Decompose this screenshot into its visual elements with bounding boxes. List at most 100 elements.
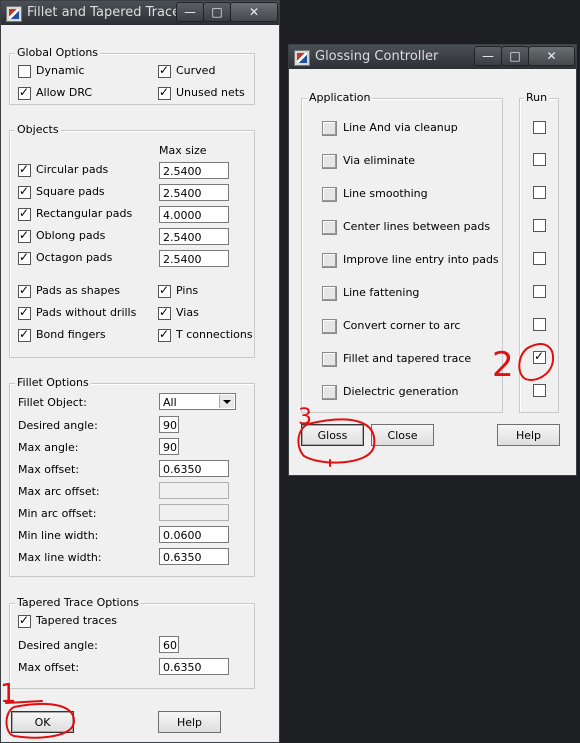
close-icon: ✕ — [248, 5, 260, 19]
tapered-traces-checkbox[interactable] — [18, 613, 31, 628]
bond-fingers-label: Bond fingers — [36, 328, 106, 341]
tapered-max-offset-field[interactable]: 0.6350 — [159, 658, 229, 675]
square-pads-checkbox[interactable] — [18, 184, 31, 199]
item-button[interactable] — [322, 187, 337, 202]
run-label: Run — [524, 91, 550, 104]
curved-checkbox[interactable] — [158, 63, 171, 78]
max-line-width-field[interactable]: 0.6350 — [159, 548, 229, 565]
min-arc-offset-field — [159, 504, 229, 521]
chevron-down-icon[interactable] — [219, 395, 234, 408]
close-button[interactable]: ✕ — [230, 2, 278, 22]
item-button[interactable] — [322, 385, 337, 400]
vias-label: Vias — [176, 306, 199, 319]
pins-label: Pins — [176, 284, 199, 297]
pins-checkbox[interactable] — [158, 283, 171, 298]
unused-nets-label: Unused nets — [176, 86, 245, 99]
item-button[interactable] — [322, 286, 337, 301]
pads-as-shapes-checkbox[interactable] — [18, 283, 31, 298]
square-pads-label: Square pads — [36, 185, 105, 198]
min-arc-offset-label: Min arc offset: — [18, 507, 97, 520]
maximize-button[interactable]: □ — [501, 46, 529, 66]
run-checkbox[interactable] — [533, 252, 546, 265]
square-pads-max-size[interactable]: 2.5400 — [159, 184, 229, 201]
glossing-titlebar[interactable]: Glossing Controller — □ ✕ — [289, 45, 576, 69]
fillet-help-button[interactable]: Help — [158, 711, 221, 733]
unused-nets-checkbox[interactable] — [158, 85, 171, 100]
application-label: Application — [307, 91, 373, 104]
list-item: Convert corner to arc — [343, 319, 461, 332]
circular-pads-max-size[interactable]: 2.5400 — [159, 162, 229, 179]
rectangular-pads-max-size[interactable]: 4.0000 — [159, 206, 229, 223]
run-checkbox[interactable] — [533, 318, 546, 331]
list-item: Improve line entry into pads — [343, 253, 499, 266]
octagon-pads-checkbox[interactable] — [18, 250, 31, 265]
list-item: Line smoothing — [343, 187, 428, 200]
max-arc-offset-label: Max arc offset: — [18, 485, 100, 498]
objects-label: Objects — [15, 123, 61, 136]
fillet-window-title: Fillet and Tapered Trace — [27, 5, 181, 20]
fillet-window: Fillet and Tapered Trace — □ ✕ Global Op… — [0, 0, 280, 743]
gloss-button[interactable]: Gloss — [301, 424, 364, 446]
minimize-button[interactable]: — — [474, 46, 502, 66]
max-offset-field[interactable]: 0.6350 — [159, 460, 229, 477]
maximize-button[interactable]: □ — [203, 2, 231, 22]
oblong-pads-label: Oblong pads — [36, 229, 106, 242]
run-checkbox[interactable] — [533, 153, 546, 166]
maximize-icon: □ — [509, 49, 521, 63]
run-checkbox[interactable] — [533, 219, 546, 232]
fillet-object-dropdown[interactable]: All — [159, 393, 236, 410]
list-item: Line And via cleanup — [343, 121, 458, 134]
minimize-icon: — — [482, 49, 494, 63]
tapered-desired-angle-field[interactable]: 60 — [159, 636, 179, 653]
max-angle-field[interactable]: 90 — [159, 438, 179, 455]
run-checkbox[interactable] — [533, 384, 546, 397]
oblong-pads-max-size[interactable]: 2.5400 — [159, 228, 229, 245]
run-checkbox[interactable] — [533, 285, 546, 298]
item-button[interactable] — [322, 121, 337, 136]
desired-angle-label: Desired angle: — [18, 419, 98, 432]
glossing-help-button[interactable]: Help — [497, 424, 560, 446]
octagon-pads-max-size[interactable]: 2.5400 — [159, 250, 229, 267]
fillet-object-label: Fillet Object: — [18, 396, 87, 409]
item-button[interactable] — [322, 154, 337, 169]
vias-checkbox[interactable] — [158, 305, 171, 320]
close-button[interactable]: ✕ — [528, 46, 575, 66]
pads-without-drills-checkbox[interactable] — [18, 305, 31, 320]
tapered-options-label: Tapered Trace Options — [15, 596, 142, 609]
close-icon: ✕ — [546, 49, 557, 63]
run-checkbox[interactable] — [533, 349, 546, 364]
t-connections-checkbox[interactable] — [158, 327, 171, 342]
item-button[interactable] — [322, 220, 337, 235]
ok-button[interactable]: OK — [11, 711, 74, 733]
glossing-close-button[interactable]: Close — [371, 424, 434, 446]
maximize-icon: □ — [211, 5, 223, 19]
min-line-width-label: Min line width: — [18, 529, 99, 542]
app-icon — [294, 50, 310, 66]
pads-as-shapes-label: Pads as shapes — [36, 284, 120, 297]
rectangular-pads-checkbox[interactable] — [18, 206, 31, 221]
list-item: Center lines between pads — [343, 220, 491, 233]
dynamic-checkbox[interactable] — [18, 65, 31, 78]
max-offset-label: Max offset: — [18, 463, 80, 476]
glossing-window-title: Glossing Controller — [315, 49, 439, 64]
fillet-titlebar[interactable]: Fillet and Tapered Trace — □ ✕ — [1, 1, 279, 25]
run-checkbox[interactable] — [533, 186, 546, 199]
item-button[interactable] — [322, 319, 337, 334]
tapered-max-offset-label: Max offset: — [18, 661, 80, 674]
desired-angle-field[interactable]: 90 — [159, 416, 179, 433]
app-icon — [6, 6, 22, 22]
item-button[interactable] — [322, 253, 337, 268]
oblong-pads-checkbox[interactable] — [18, 228, 31, 243]
dynamic-label: Dynamic — [36, 64, 85, 77]
minimize-button[interactable]: — — [176, 2, 204, 22]
circular-pads-label: Circular pads — [36, 163, 109, 176]
bond-fingers-checkbox[interactable] — [18, 327, 31, 342]
max-angle-label: Max angle: — [18, 441, 79, 454]
min-line-width-field[interactable]: 0.0600 — [159, 526, 229, 543]
rectangular-pads-label: Rectangular pads — [36, 207, 133, 220]
t-connections-label: T connections — [176, 328, 253, 341]
item-button[interactable] — [322, 352, 337, 367]
allow-drc-checkbox[interactable] — [18, 85, 31, 100]
circular-pads-checkbox[interactable] — [18, 162, 31, 177]
run-checkbox[interactable] — [533, 121, 546, 134]
